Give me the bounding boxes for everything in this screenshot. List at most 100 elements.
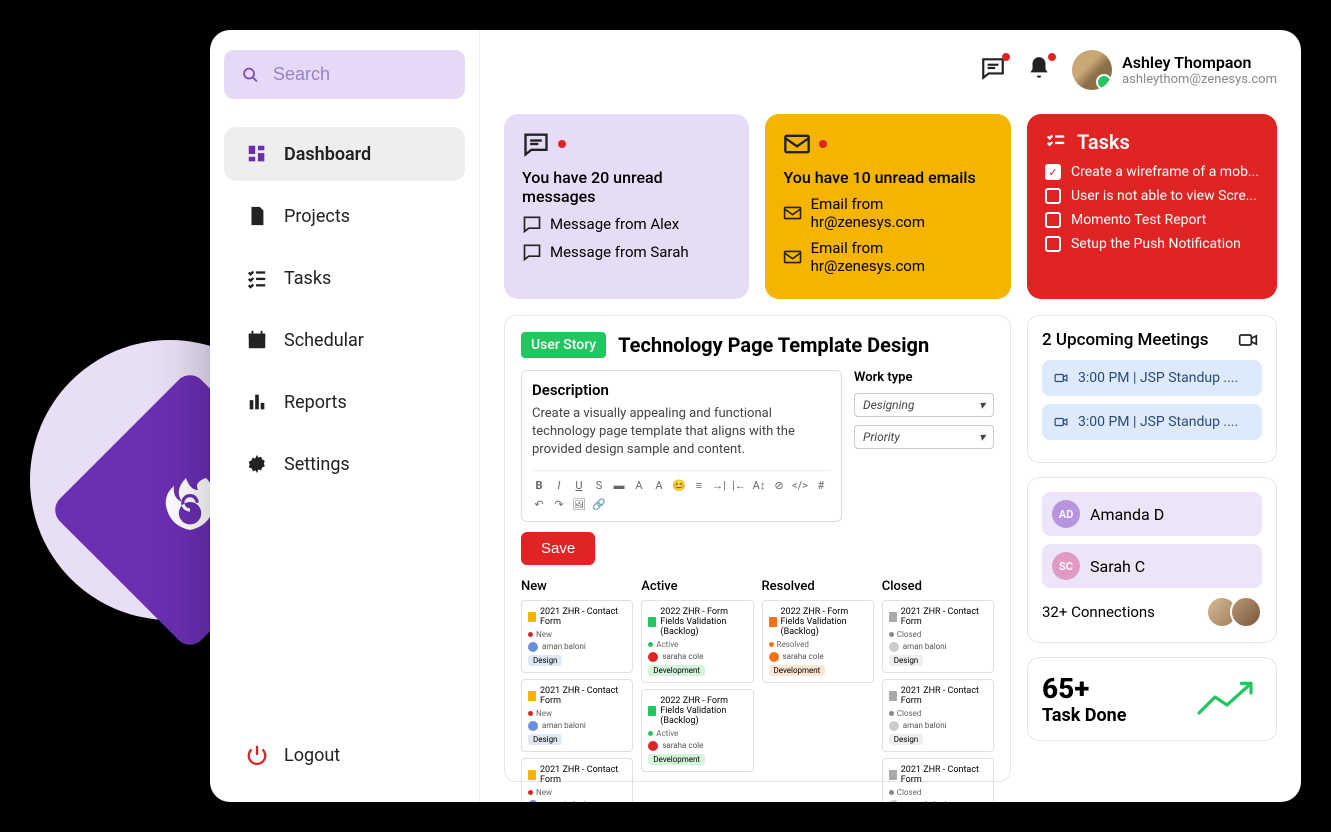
indent-button[interactable]: →| bbox=[712, 479, 726, 492]
power-icon bbox=[246, 744, 268, 766]
nav-projects[interactable]: Projects bbox=[224, 189, 465, 243]
rich-text-toolbar: B I U S ▬ A A 😊 ≡ →| |← bbox=[532, 470, 831, 511]
video-icon[interactable] bbox=[1234, 330, 1262, 350]
card-assignee: aman baloni bbox=[903, 642, 947, 651]
notifications-button[interactable] bbox=[1026, 55, 1052, 85]
emoji-button[interactable]: 😊 bbox=[672, 479, 686, 492]
redo-button[interactable]: ↷ bbox=[552, 498, 566, 511]
kanban-card[interactable]: 2021 ZHR - Contact Form Closed aman balo… bbox=[882, 758, 994, 802]
description-text: Create a visually appealing and function… bbox=[532, 405, 831, 460]
doc-icon bbox=[889, 770, 897, 780]
align-button[interactable]: ≡ bbox=[692, 479, 706, 492]
task-item[interactable]: Create a wireframe of a mob... bbox=[1045, 164, 1259, 180]
hash-button[interactable]: # bbox=[814, 479, 828, 492]
worktype-select[interactable]: Designing▾ bbox=[854, 393, 994, 417]
font-size-button[interactable]: A↕ bbox=[752, 479, 766, 492]
search-input[interactable] bbox=[273, 64, 447, 85]
kanban-card[interactable]: 2021 ZHR - Contact Form New aman baloni … bbox=[521, 679, 633, 752]
strike-button[interactable]: S bbox=[592, 479, 606, 492]
tasks-card[interactable]: Tasks Create a wireframe of a mob...User… bbox=[1027, 114, 1277, 299]
nav-schedular[interactable]: Schedular bbox=[224, 313, 465, 367]
task-item[interactable]: Setup the Push Notification bbox=[1045, 236, 1259, 252]
connections-count: 32+ Connections bbox=[1042, 603, 1155, 621]
priority-select[interactable]: Priority▾ bbox=[854, 425, 994, 449]
description-editor[interactable]: Description Create a visually appealing … bbox=[521, 370, 842, 522]
card-tag: Development bbox=[648, 754, 705, 765]
status-dot-icon bbox=[648, 731, 653, 736]
link-button[interactable]: 🔗 bbox=[592, 498, 606, 511]
highlight-button[interactable]: ▬ bbox=[612, 479, 626, 492]
kanban-card[interactable]: 2021 ZHR - Contact Form New aman baloni … bbox=[521, 600, 633, 673]
emails-card[interactable]: You have 10 unread emails Email from hr@… bbox=[765, 114, 1010, 299]
nav-reports[interactable]: Reports bbox=[224, 375, 465, 429]
task-item[interactable]: User is not able to view Scre... bbox=[1045, 188, 1259, 204]
main-content: Ashley Thompaon ashleythom@zenesys.com Y… bbox=[480, 30, 1301, 802]
kanban-card[interactable]: 2022 ZHR - Form Fields Validation (Backl… bbox=[762, 600, 874, 683]
search-box[interactable] bbox=[224, 50, 465, 99]
bold-button[interactable]: B bbox=[532, 479, 546, 492]
connection-avatars[interactable] bbox=[1214, 596, 1262, 628]
kanban-col-new: New 2021 ZHR - Contact Form New aman bal… bbox=[521, 579, 633, 765]
clear-button[interactable]: ⊘ bbox=[772, 479, 786, 492]
underline-button[interactable]: U bbox=[572, 479, 586, 492]
doc-icon bbox=[889, 691, 897, 701]
kanban-card[interactable]: 2021 ZHR - Contact Form Closed aman balo… bbox=[882, 679, 994, 752]
nav-dashboard[interactable]: Dashboard bbox=[224, 127, 465, 181]
kanban-card[interactable]: 2021 ZHR - Contact Form New aman baloni … bbox=[521, 758, 633, 802]
status-dot-icon bbox=[889, 632, 894, 637]
nav-label: Dashboard bbox=[284, 144, 371, 165]
save-button[interactable]: Save bbox=[521, 532, 595, 565]
nav-logout[interactable]: Logout bbox=[224, 728, 465, 782]
checkbox-icon[interactable] bbox=[1045, 212, 1061, 228]
italic-button[interactable]: I bbox=[552, 479, 566, 492]
outdent-button[interactable]: |← bbox=[732, 479, 746, 492]
message-item[interactable]: Message from Alex bbox=[522, 214, 731, 234]
status-dot-icon bbox=[889, 711, 894, 716]
card-title: 2021 ZHR - Contact Form bbox=[901, 686, 987, 706]
email-item[interactable]: Email from hr@zenesys.com bbox=[783, 239, 992, 275]
kanban-card[interactable]: 2022 ZHR - Form Fields Validation (Backl… bbox=[641, 689, 753, 772]
card-status: Active bbox=[656, 640, 678, 649]
undo-button[interactable]: ↶ bbox=[532, 498, 546, 511]
status-dot-icon bbox=[528, 711, 533, 716]
font-color-button[interactable]: A bbox=[632, 479, 646, 492]
connection-item[interactable]: ADAmanda D bbox=[1042, 492, 1262, 536]
checklist-icon bbox=[246, 267, 268, 289]
email-item[interactable]: Email from hr@zenesys.com bbox=[783, 195, 992, 231]
done-count: 65+ bbox=[1042, 672, 1126, 705]
kanban-card[interactable]: 2022 ZHR - Form Fields Validation (Backl… bbox=[641, 600, 753, 683]
connection-item[interactable]: SCSarah C bbox=[1042, 544, 1262, 588]
dashboard-icon bbox=[246, 143, 268, 165]
envelope-icon bbox=[783, 247, 802, 267]
checkbox-icon[interactable] bbox=[1045, 236, 1061, 252]
message-item[interactable]: Message from Sarah bbox=[522, 242, 731, 262]
user-story-panel: User Story Technology Page Template Desi… bbox=[504, 315, 1011, 782]
task-label: Setup the Push Notification bbox=[1071, 236, 1241, 252]
card-assignee: aman baloni bbox=[542, 800, 586, 802]
meeting-item[interactable]: 3:00 PM | JSP Standup .... bbox=[1042, 360, 1262, 396]
nav-tasks[interactable]: Tasks bbox=[224, 251, 465, 305]
kanban-card[interactable]: 2021 ZHR - Contact Form Closed aman balo… bbox=[882, 600, 994, 673]
code-button[interactable]: </> bbox=[792, 479, 808, 492]
font-family-button[interactable]: A bbox=[652, 479, 666, 492]
task-item[interactable]: Momento Test Report bbox=[1045, 212, 1259, 228]
card-assignee: aman baloni bbox=[903, 800, 947, 802]
checklist-icon bbox=[1045, 131, 1067, 153]
meetings-title: 2 Upcoming Meetings bbox=[1042, 330, 1208, 350]
meeting-item[interactable]: 3:00 PM | JSP Standup .... bbox=[1042, 404, 1262, 440]
messages-button[interactable] bbox=[980, 55, 1006, 85]
card-assignee: aman baloni bbox=[542, 721, 586, 730]
nav-settings[interactable]: Settings bbox=[224, 437, 465, 491]
checkbox-icon[interactable] bbox=[1045, 188, 1061, 204]
status-dot-icon bbox=[769, 642, 774, 647]
messages-card[interactable]: You have 20 unread messages Message from… bbox=[504, 114, 749, 299]
story-badge: User Story bbox=[521, 332, 606, 358]
image-button[interactable]: 🖼 bbox=[572, 498, 586, 511]
connection-avatar: AD bbox=[1052, 500, 1080, 528]
nav-label: Logout bbox=[284, 745, 340, 766]
checkbox-icon[interactable] bbox=[1045, 164, 1061, 180]
kanban-col-resolved: Resolved 2022 ZHR - Form Fields Validati… bbox=[762, 579, 874, 765]
user-menu[interactable]: Ashley Thompaon ashleythom@zenesys.com bbox=[1072, 50, 1277, 90]
doc-icon bbox=[528, 612, 536, 622]
user-name: Ashley Thompaon bbox=[1122, 53, 1277, 72]
